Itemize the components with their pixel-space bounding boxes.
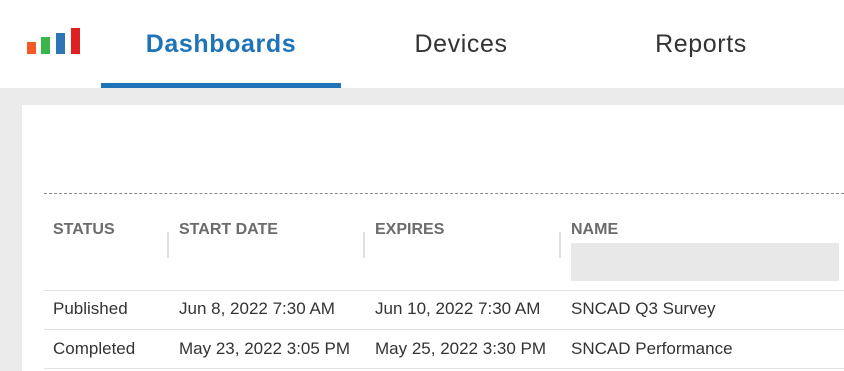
status-cell: Published <box>53 299 128 318</box>
name-cell[interactable]: SNCAD Q3 Survey <box>571 299 716 319</box>
column-resize-handle[interactable] <box>363 232 365 258</box>
column-resize-handle[interactable] <box>559 232 561 258</box>
column-header-status[interactable]: STATUS <box>53 221 115 239</box>
dashboard-list-panel: STATUS START DATE EXPIRES NAME Published… <box>22 105 844 371</box>
column-header-name[interactable]: NAME <box>571 221 618 239</box>
tab-label: Devices <box>414 29 508 58</box>
tab-label: Dashboards <box>145 29 297 58</box>
tab-reports[interactable]: Reports <box>581 0 821 88</box>
row-divider <box>44 329 844 330</box>
header-divider <box>44 290 844 291</box>
tab-devices[interactable]: Devices <box>341 0 581 88</box>
start-date-cell: May 23, 2022 3:05 PM <box>179 339 351 358</box>
status-cell: Completed <box>53 339 136 358</box>
name-cell[interactable]: SNCAD Performance <box>571 339 733 359</box>
row-divider <box>44 368 844 369</box>
start-date-cell: Jun 8, 2022 7:30 AM <box>179 299 335 318</box>
expires-cell: Jun 10, 2022 7:30 AM <box>375 299 541 318</box>
dashed-divider <box>44 193 844 194</box>
tab-dashboards[interactable]: Dashboards <box>101 0 341 88</box>
bar-chart-logo-icon[interactable] <box>27 28 85 54</box>
tab-label: Reports <box>655 29 747 58</box>
top-navigation-bar: Dashboards Devices Reports <box>0 0 844 88</box>
name-filter-input[interactable] <box>571 243 839 281</box>
expires-cell: May 25, 2022 3:30 PM <box>375 339 547 358</box>
column-header-start-date[interactable]: START DATE <box>179 221 278 239</box>
column-header-expires[interactable]: EXPIRES <box>375 221 444 239</box>
column-resize-handle[interactable] <box>167 232 169 258</box>
